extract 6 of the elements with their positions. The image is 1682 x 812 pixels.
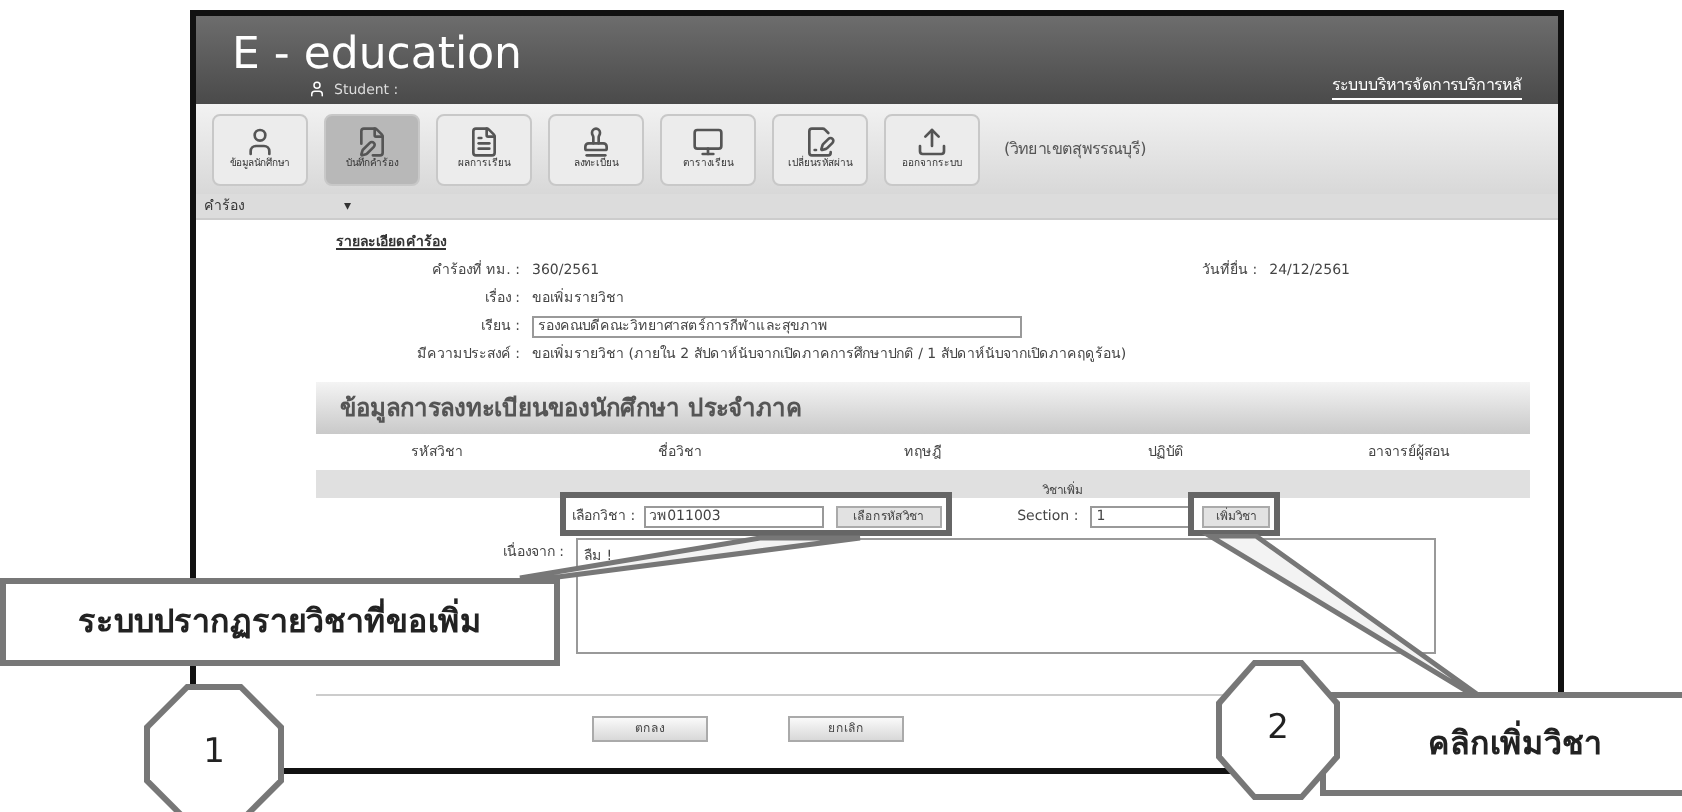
campus-label: (วิทยาเขตสุพรรณบุรี) bbox=[1004, 137, 1147, 161]
system-title: ระบบบริหารจัดการบริการหลั bbox=[1332, 74, 1522, 100]
app-title: E - education bbox=[232, 31, 522, 79]
step-number-badge: 1 bbox=[144, 684, 284, 812]
callout-box: ระบบปรากฏรายวิชาที่ขอเพิ่ม bbox=[0, 578, 560, 666]
section-heading: ข้อมูลการลงทะเบียนของนักศึกษา ประจำภาค bbox=[340, 391, 803, 425]
